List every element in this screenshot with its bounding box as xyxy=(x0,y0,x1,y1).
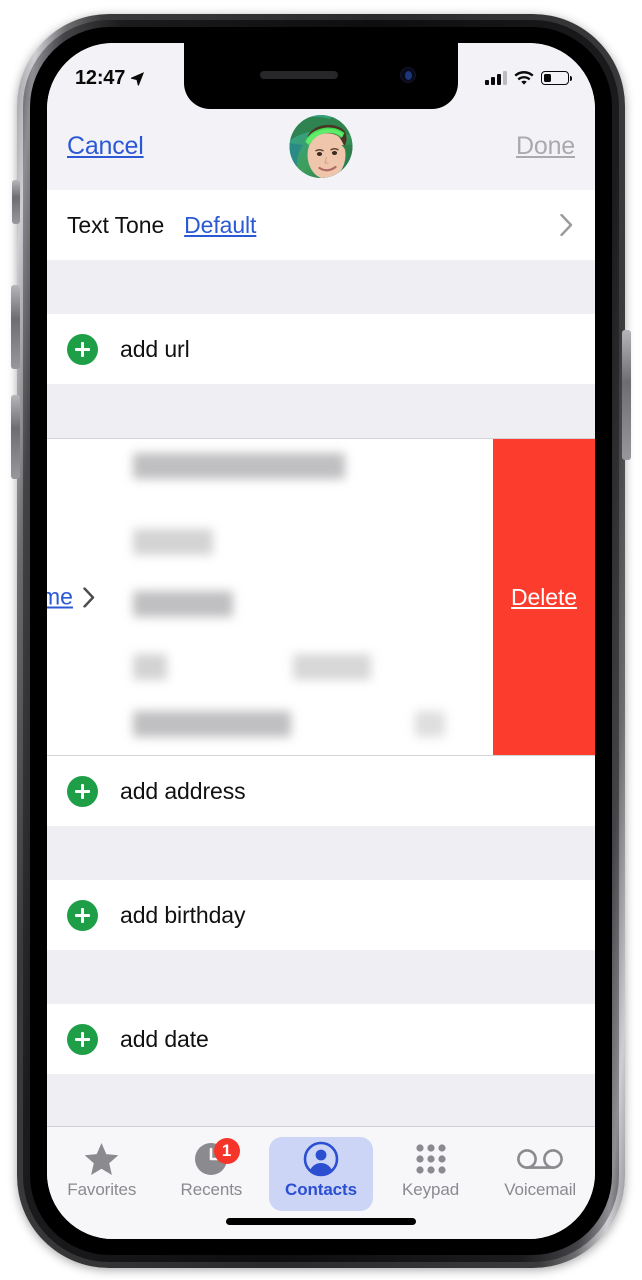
tab-voicemail[interactable]: Voicemail xyxy=(485,1137,595,1200)
tab-favorites-label: Favorites xyxy=(67,1180,137,1199)
plus-circle-icon xyxy=(67,899,98,931)
tab-favorites[interactable]: Favorites xyxy=(47,1137,157,1200)
tab-keypad-label: Keypad xyxy=(402,1180,460,1199)
plus-circle-icon xyxy=(67,1023,98,1055)
status-bar-left: 12:47 xyxy=(75,67,145,90)
add-birthday-row[interactable]: add birthday xyxy=(47,880,595,950)
section-gap xyxy=(47,826,595,880)
address-row-swiped[interactable]: me Dele xyxy=(47,438,595,756)
status-bar-time: 12:47 xyxy=(75,66,126,89)
star-icon xyxy=(83,1142,120,1176)
add-birthday-label: add birthday xyxy=(120,901,246,928)
address-value-redacted xyxy=(125,439,493,755)
add-address-label: add address xyxy=(120,777,246,804)
section-gap xyxy=(47,950,595,1004)
navigation-bar: Cancel Done xyxy=(47,103,595,190)
tab-contacts[interactable]: Contacts xyxy=(266,1137,376,1211)
earpiece-speaker xyxy=(260,71,338,79)
text-tone-value[interactable]: Default xyxy=(184,212,256,239)
add-url-label: add url xyxy=(120,335,190,362)
chevron-right-icon xyxy=(83,586,95,608)
plus-circle-icon xyxy=(67,333,98,365)
notch xyxy=(184,43,458,109)
section-gap xyxy=(47,384,595,438)
keypad-dots-icon xyxy=(414,1142,448,1176)
volume-up-button[interactable] xyxy=(11,285,20,369)
cellular-signal-icon xyxy=(485,71,507,85)
silent-switch-button[interactable] xyxy=(12,180,20,224)
add-date-label: add date xyxy=(120,1025,209,1052)
power-button[interactable] xyxy=(622,330,631,460)
plus-circle-icon xyxy=(67,775,98,807)
battery-icon xyxy=(541,71,573,85)
text-tone-row[interactable]: Text Tone Default xyxy=(47,190,595,260)
edit-contact-form: Text Tone Default add url me xyxy=(47,190,595,1126)
tab-contacts-label: Contacts xyxy=(285,1180,357,1199)
tab-recents[interactable]: 1 Recents xyxy=(157,1137,267,1200)
avatar-photo xyxy=(289,115,353,178)
status-bar-right xyxy=(485,70,573,86)
section-gap xyxy=(47,1074,595,1094)
location-arrow-icon xyxy=(131,71,145,86)
add-url-row[interactable]: add url xyxy=(47,314,595,384)
done-button[interactable]: Done xyxy=(516,132,575,161)
add-address-row[interactable]: add address xyxy=(47,756,595,826)
section-gap xyxy=(47,260,595,314)
voicemail-icon xyxy=(517,1142,564,1176)
address-type-label[interactable]: me xyxy=(47,584,73,611)
text-tone-label: Text Tone xyxy=(67,211,165,238)
volume-down-button[interactable] xyxy=(11,395,20,479)
delete-button[interactable]: Delete xyxy=(493,439,595,755)
cancel-button[interactable]: Cancel xyxy=(67,132,144,161)
screenshot-stage: 12:47 Cancel Done Text Tone Default add … xyxy=(0,0,642,1280)
address-row-body[interactable]: me xyxy=(47,439,493,755)
person-circle-icon xyxy=(303,1141,339,1177)
tab-keypad[interactable]: Keypad xyxy=(376,1137,486,1200)
home-indicator[interactable] xyxy=(226,1218,416,1225)
tab-recents-label: Recents xyxy=(180,1180,243,1199)
delete-button-label: Delete xyxy=(511,583,577,610)
wifi-icon xyxy=(514,70,534,85)
front-camera-icon xyxy=(400,67,416,83)
recents-badge: 1 xyxy=(213,1138,240,1164)
address-type-label-group[interactable]: me xyxy=(47,584,95,611)
chevron-right-icon xyxy=(560,214,573,236)
phone-screen: 12:47 Cancel Done Text Tone Default add … xyxy=(47,43,595,1239)
contact-avatar[interactable] xyxy=(289,115,353,178)
add-date-row[interactable]: add date xyxy=(47,1004,595,1074)
tab-voicemail-label: Voicemail xyxy=(504,1180,577,1199)
